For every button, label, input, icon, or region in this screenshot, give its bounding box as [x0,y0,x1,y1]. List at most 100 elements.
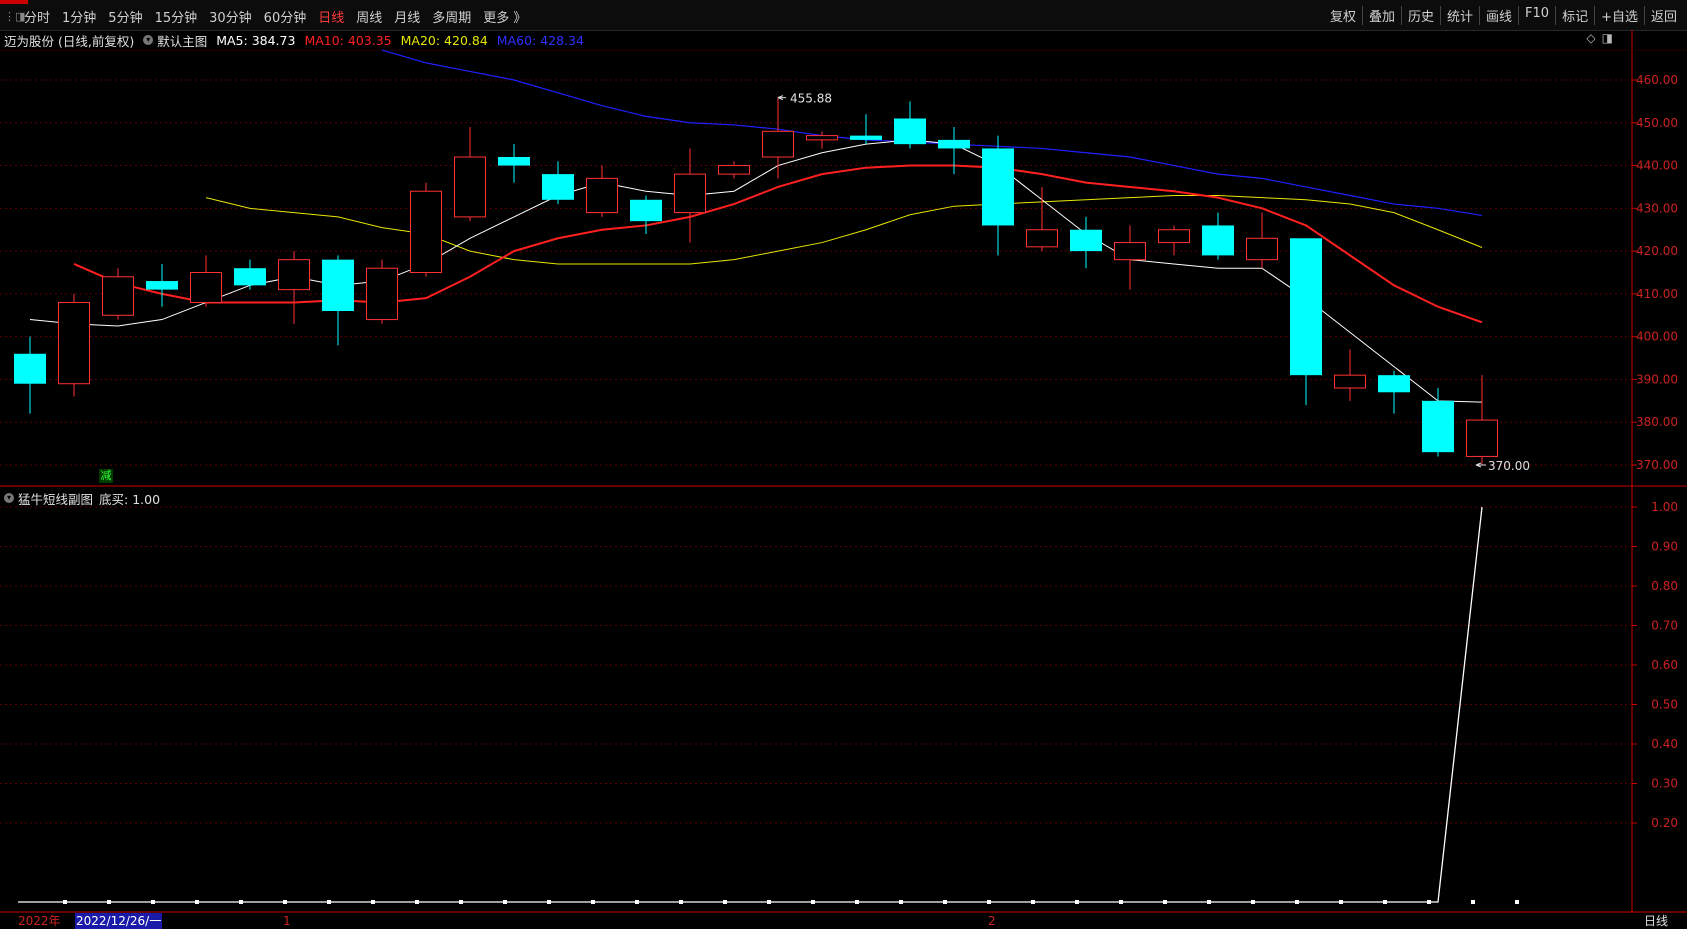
candle-body [454,156,486,218]
candle-body [762,130,794,158]
date-axis-bar [0,913,1687,929]
candle [1202,212,1234,260]
candle-body [1246,237,1278,261]
sub-point [1207,900,1211,904]
candle [630,195,662,234]
sub-point [943,900,947,904]
candle [278,251,310,324]
candle-body [366,267,398,321]
sub-tick-label: 0.30 [1651,777,1678,791]
price-tick-label: 370.00 [1636,458,1678,472]
candle-body [630,199,662,222]
sub-point [1471,900,1475,904]
candle [234,259,266,290]
sub-point [1075,900,1079,904]
sub-point [811,900,815,904]
sub-point [107,900,111,904]
candle-body [982,148,1014,226]
candle-body [1290,238,1322,376]
candle-body [322,259,354,311]
sub-point [503,900,507,904]
month-label-2: 2 [988,914,996,928]
candle-body [1378,375,1410,393]
sub-point [547,900,551,904]
candle-body [102,276,134,316]
candle-body [410,190,442,274]
sub-point [1251,900,1255,904]
sub-point [987,900,991,904]
candle [498,144,530,183]
kline-chart[interactable]: 370.00 380.00 390.00 400.00 410.00 420.00 430.… [0,0,1687,929]
price-tick-label: 400.00 [1636,330,1678,344]
year-label: 2022年 [18,914,61,928]
candle-body [146,281,178,290]
sub-tick-label: 0.60 [1651,658,1678,672]
candle [14,336,46,414]
sub-point [371,900,375,904]
candle-body [1334,374,1366,389]
candle [762,97,794,179]
candle-body [806,135,838,141]
candle [1026,186,1058,252]
candle [1290,238,1322,406]
candle-body [190,272,222,303]
price-tick-label: 430.00 [1636,201,1678,215]
candle-body [498,157,530,166]
candle [542,161,574,205]
candle-body [674,173,706,214]
sub-point [327,900,331,904]
sub-point [1119,900,1123,904]
candle [1466,375,1498,465]
candle [102,268,134,320]
month-label-1: 1 [283,914,291,928]
candle [1334,349,1366,401]
candle [1114,225,1146,290]
candle-body [542,174,574,200]
sub-point [1295,900,1299,904]
sub-point [239,900,243,904]
candle-body [850,135,882,140]
sub-point [1515,900,1519,904]
sub-point [195,900,199,904]
candle [850,114,882,145]
candle [366,259,398,324]
price-tick-label: 440.00 [1636,159,1678,173]
candle-body [1026,229,1058,248]
period-label[interactable]: 日线 [1644,913,1668,929]
candle-body [1114,242,1146,261]
sub-point [679,900,683,904]
candle [1378,370,1410,414]
price-tick-label: 460.00 [1636,73,1678,87]
candle-body [278,259,310,291]
price-tick-label: 410.00 [1636,287,1678,301]
price-tick-label: 390.00 [1636,372,1678,386]
high-marker [777,95,786,101]
price-tick-label: 380.00 [1636,415,1678,429]
candle [410,182,442,277]
sub-point [63,900,67,904]
price-tick-label: 450.00 [1636,116,1678,130]
sub-tick-label: 1.00 [1651,500,1678,514]
sell-signal-marker: 减 [99,469,113,483]
sub-tick-label: 0.20 [1651,816,1678,830]
candle [322,255,354,346]
candle-body [14,353,46,384]
candle-body [234,268,266,286]
sub-point [151,900,155,904]
candle [1158,225,1190,256]
high-price-label: 455.88 [790,92,832,106]
sub-point [1163,900,1167,904]
cursor-date-label: 2022/12/26/一 [75,913,163,929]
candle-body [1202,225,1234,256]
candle [586,165,618,217]
low-marker [1475,462,1486,468]
candle-body [1466,419,1498,457]
candle-body [586,177,618,214]
candle [1246,212,1278,269]
sub-point [1031,900,1035,904]
sub-tick-label: 0.70 [1651,619,1678,633]
sub-point [1339,900,1343,904]
sub-point [855,900,859,904]
sub-tick-label: 0.40 [1651,737,1678,751]
candle [982,135,1014,256]
